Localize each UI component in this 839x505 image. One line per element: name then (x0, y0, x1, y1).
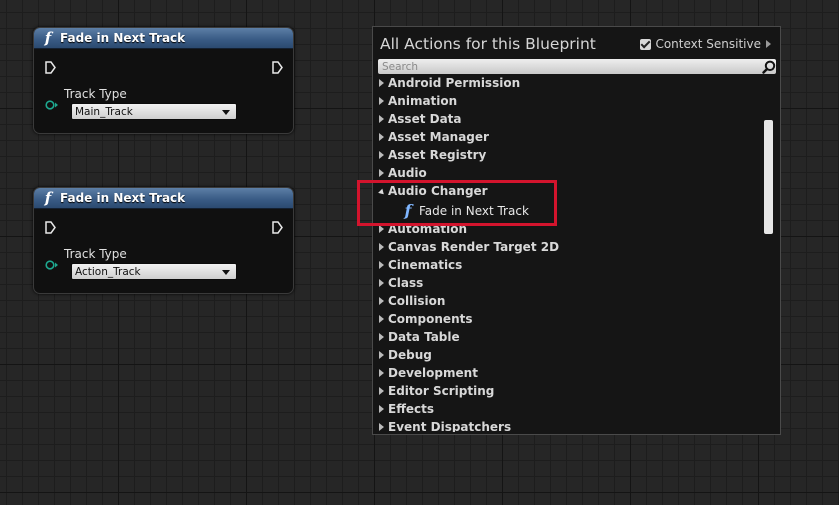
data-pin-icon[interactable] (45, 100, 59, 110)
category-animation[interactable]: Animation (379, 92, 457, 110)
category-development[interactable]: Development (379, 364, 478, 382)
category-label: Event Dispatchers (388, 420, 512, 432)
category-data-table[interactable]: Data Table (379, 328, 460, 346)
exec-input-pin-icon[interactable] (45, 221, 56, 234)
category-label: Asset Registry (388, 148, 487, 162)
highlight-box (357, 180, 557, 226)
track-type-value: Main_Track (75, 106, 133, 118)
search-icon[interactable] (762, 60, 776, 74)
category-effects[interactable]: Effects (379, 400, 434, 418)
category-cinematics[interactable]: Cinematics (379, 256, 462, 274)
category-android-permission[interactable]: Android Permission (379, 76, 520, 92)
category-label: Asset Data (388, 112, 462, 126)
category-debug[interactable]: Debug (379, 346, 432, 364)
category-label: Components (388, 312, 473, 326)
context-sensitive-checkbox[interactable] (640, 38, 652, 50)
category-components[interactable]: Components (379, 310, 473, 328)
expand-arrow-icon[interactable] (379, 351, 384, 359)
expand-arrow-icon[interactable] (379, 279, 384, 287)
track-type-value: Action_Track (75, 266, 141, 278)
expand-arrow-icon[interactable] (379, 151, 384, 159)
context-sensitive-label: Context Sensitive (655, 37, 761, 51)
expand-arrow-icon[interactable] (379, 79, 384, 87)
node-title: Fade in Next Track (60, 31, 186, 45)
chevron-down-icon (222, 270, 230, 275)
function-icon: f (44, 29, 52, 47)
search-input[interactable] (378, 59, 776, 74)
category-asset-manager[interactable]: Asset Manager (379, 128, 489, 146)
track-type-label: Track Type (64, 247, 127, 261)
category-collision[interactable]: Collision (379, 292, 445, 310)
category-editor-scripting[interactable]: Editor Scripting (379, 382, 494, 400)
function-icon: f (44, 189, 52, 207)
track-type-label: Track Type (64, 87, 127, 101)
chevron-down-icon (222, 110, 230, 115)
menu-title: All Actions for this Blueprint (380, 35, 596, 53)
expand-arrow-icon[interactable] (379, 261, 384, 269)
category-label: Editor Scripting (388, 384, 495, 398)
expand-arrow-icon[interactable] (379, 225, 384, 233)
exec-input-pin-icon[interactable] (45, 61, 56, 74)
category-asset-registry[interactable]: Asset Registry (379, 146, 486, 164)
expand-arrow-icon[interactable] (379, 369, 384, 377)
category-label: Data Table (388, 330, 460, 344)
exec-output-pin-icon[interactable] (272, 221, 283, 234)
expand-arrow-icon[interactable] (379, 115, 384, 123)
track-type-dropdown[interactable]: Main_Track (71, 103, 237, 120)
category-label: Canvas Render Target 2D (388, 240, 560, 254)
node-title: Fade in Next Track (60, 191, 186, 205)
category-label: Debug (388, 348, 432, 362)
expand-arrow-icon[interactable] (379, 243, 384, 251)
node-header[interactable]: f Fade in Next Track (34, 188, 293, 209)
category-label: Development (388, 366, 478, 380)
expand-arrow-icon[interactable] (379, 169, 384, 177)
category-label: Asset Manager (388, 130, 489, 144)
category-event-dispatchers[interactable]: Event Dispatchers (379, 418, 511, 432)
chevron-right-icon[interactable] (766, 40, 771, 48)
category-label: Android Permission (388, 76, 521, 90)
track-type-dropdown[interactable]: Action_Track (71, 263, 237, 280)
category-canvas-render-target-2d[interactable]: Canvas Render Target 2D (379, 238, 559, 256)
expand-arrow-icon[interactable] (379, 405, 384, 413)
expand-arrow-icon[interactable] (379, 387, 384, 395)
actions-list[interactable]: Android Permission Animation Asset Data … (373, 76, 765, 432)
category-asset-data[interactable]: Asset Data (379, 110, 462, 128)
data-pin-icon[interactable] (45, 260, 59, 270)
expand-arrow-icon[interactable] (379, 315, 384, 323)
category-label: Class (388, 276, 424, 290)
blueprint-node-fade-main[interactable]: f Fade in Next Track Track Type Main_Tra… (33, 27, 294, 134)
scrollbar-thumb[interactable] (764, 120, 773, 234)
node-header[interactable]: f Fade in Next Track (34, 28, 293, 49)
category-class[interactable]: Class (379, 274, 423, 292)
blueprint-node-fade-action[interactable]: f Fade in Next Track Track Type Action_T… (33, 187, 294, 294)
context-sensitive-toggle[interactable]: Context Sensitive (640, 37, 771, 51)
all-actions-menu: All Actions for this Blueprint Context S… (372, 26, 781, 435)
category-label: Effects (388, 402, 435, 416)
expand-arrow-icon[interactable] (379, 423, 384, 431)
expand-arrow-icon[interactable] (379, 97, 384, 105)
expand-arrow-icon[interactable] (379, 333, 384, 341)
exec-output-pin-icon[interactable] (272, 61, 283, 74)
expand-arrow-icon[interactable] (379, 297, 384, 305)
category-label: Cinematics (388, 258, 463, 272)
category-label: Animation (388, 94, 458, 108)
category-label: Collision (388, 294, 446, 308)
expand-arrow-icon[interactable] (379, 133, 384, 141)
